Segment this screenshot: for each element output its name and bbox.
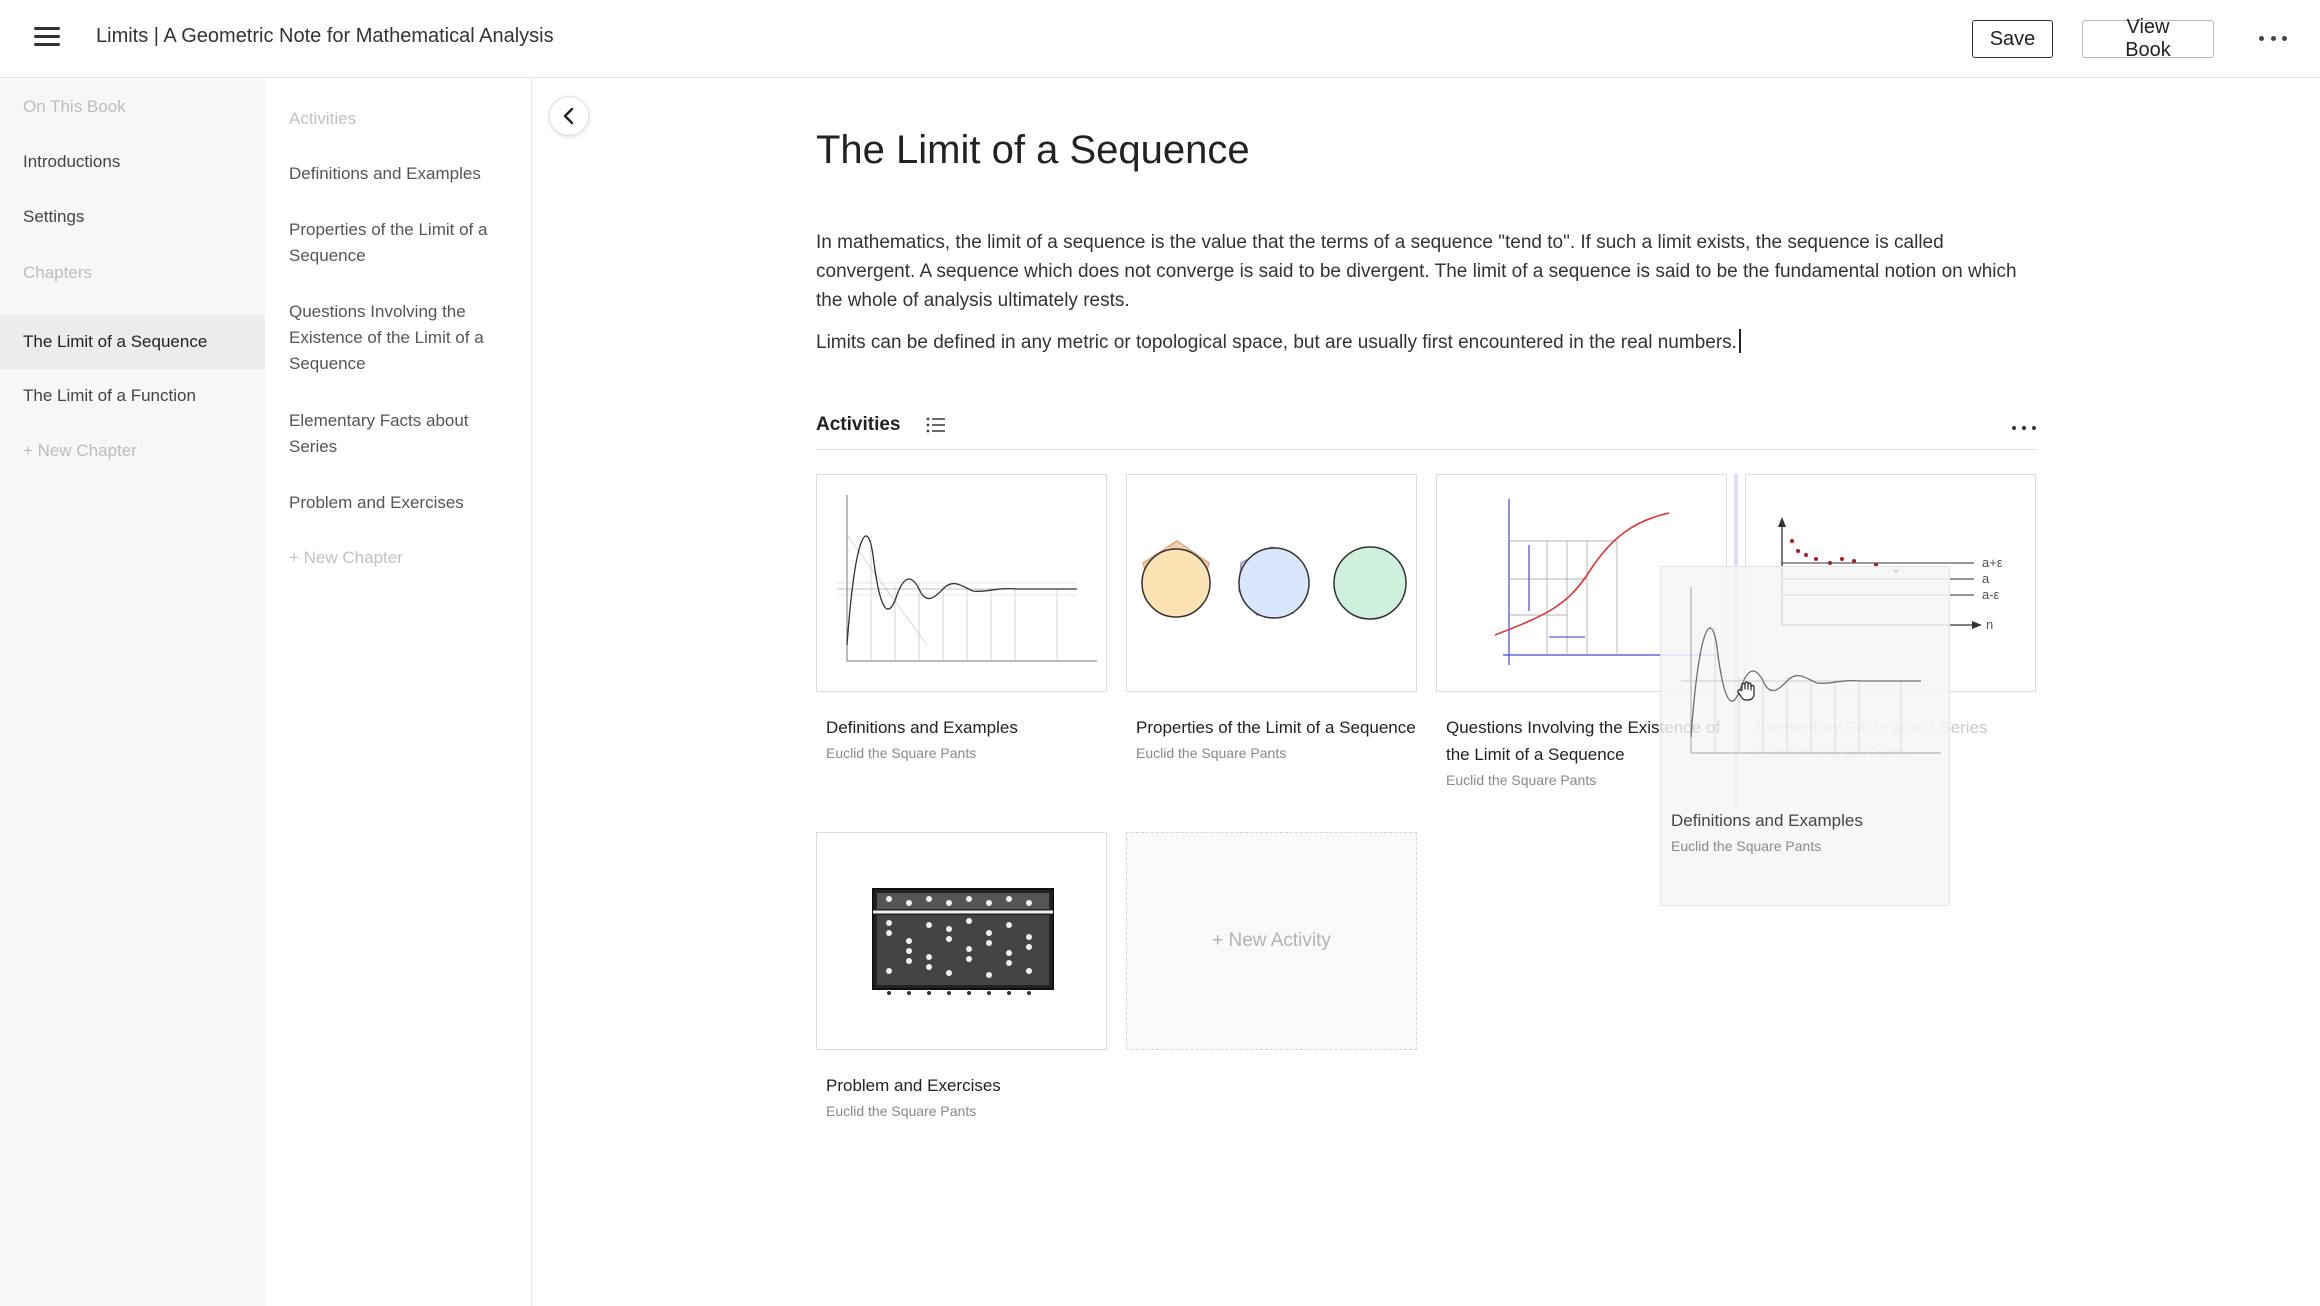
- book-title: Limits | A Geometric Note for Mathematic…: [96, 25, 554, 47]
- intro-paragraph[interactable]: In mathematics, the limit of a sequence …: [816, 228, 2036, 315]
- subnav-new-chapter[interactable]: + New Chapter: [289, 545, 509, 571]
- card-title: Definitions and Examples: [1671, 811, 1863, 830]
- activities-header: Activities: [816, 408, 2036, 450]
- paragraph-text: Limits can be defined in any metric or t…: [816, 332, 1737, 353]
- menu-icon[interactable]: [34, 27, 60, 49]
- polygon-circle-figure: [1141, 540, 1407, 620]
- abacus-figure: [872, 888, 1054, 995]
- sidebar-heading-chapters: Chapters: [23, 263, 92, 282]
- card-author: Euclid the Square Pants: [1136, 745, 1287, 761]
- activity-card-properties[interactable]: Properties of the Limit of a Sequence Eu…: [1126, 474, 1417, 761]
- sidebar-heading-on-this-book: On This Book: [23, 97, 126, 116]
- card-thumbnail: [816, 832, 1107, 1050]
- damped-oscillation-figure: [1681, 587, 1941, 754]
- subnav-item-properties[interactable]: Properties of the Limit of a Sequence: [289, 217, 509, 269]
- activities-title: Activities: [816, 414, 901, 435]
- card-title: Definitions and Examples: [826, 718, 1018, 737]
- chevron-left-icon: [563, 107, 574, 125]
- save-button[interactable]: Save: [1972, 20, 2053, 58]
- card-author: Euclid the Square Pants: [1671, 838, 1822, 854]
- subnav-item-questions[interactable]: Questions Involving the Existence of the…: [289, 299, 509, 377]
- collapse-sidebar-button[interactable]: [549, 96, 589, 136]
- grab-hand-icon: [1737, 680, 1757, 707]
- figure-label-a-minus-epsilon: a-ε: [1982, 587, 2000, 602]
- intro-paragraph-2[interactable]: Limits can be defined in any metric or t…: [816, 328, 2036, 357]
- subnav-item-series[interactable]: Elementary Facts about Series: [289, 408, 509, 460]
- card-thumbnail: [1126, 474, 1417, 692]
- dragging-activity-card[interactable]: Definitions and Examples Euclid the Squa…: [1660, 566, 1950, 906]
- card-author: Euclid the Square Pants: [826, 745, 977, 761]
- sidebar-new-chapter[interactable]: + New Chapter: [0, 424, 265, 478]
- card-title: Properties of the Limit of a Sequence: [1136, 718, 1416, 737]
- text-caret: [1738, 329, 1741, 353]
- sidebar-item-settings[interactable]: Settings: [0, 190, 265, 244]
- more-horizontal-icon[interactable]: [2259, 28, 2287, 48]
- list-icon[interactable]: [926, 416, 946, 439]
- sidebar-item-limit-of-sequence[interactable]: The Limit of a Sequence: [0, 315, 265, 369]
- figure-label-a-plus-epsilon: a+ε: [1982, 555, 2003, 570]
- view-book-button[interactable]: View Book: [2082, 16, 2214, 61]
- activity-card-definitions[interactable]: Definitions and Examples Euclid the Squa…: [816, 474, 1107, 761]
- activity-card-problems[interactable]: Problem and Exercises Euclid the Square …: [816, 832, 1107, 1119]
- sidebar-item-introductions[interactable]: Introductions: [0, 135, 265, 189]
- book-sidebar: On This Book Introductions Settings Chap…: [0, 79, 265, 1306]
- chapter-subnav: Activities Definitions and Examples Prop…: [265, 79, 532, 1306]
- figure-label-n: n: [1986, 617, 1993, 632]
- damped-oscillation-figure: [837, 495, 1097, 662]
- card-title: Problem and Exercises: [826, 1076, 1001, 1095]
- subnav-item-problems[interactable]: Problem and Exercises: [289, 490, 509, 516]
- new-activity-button[interactable]: + New Activity: [1126, 832, 1417, 1050]
- card-thumbnail: [1661, 567, 1951, 785]
- top-bar: Limits | A Geometric Note for Mathematic…: [0, 0, 2320, 78]
- subnav-item-definitions[interactable]: Definitions and Examples: [289, 161, 509, 187]
- activities-more-icon[interactable]: [2012, 424, 2036, 432]
- card-author: Euclid the Square Pants: [826, 1103, 977, 1119]
- page-title: The Limit of a Sequence: [816, 128, 1250, 172]
- figure-label-a: a: [1982, 571, 1990, 586]
- subnav-heading-activities: Activities: [289, 109, 357, 128]
- sidebar-item-limit-of-function[interactable]: The Limit of a Function: [0, 369, 265, 423]
- card-thumbnail: [816, 474, 1107, 692]
